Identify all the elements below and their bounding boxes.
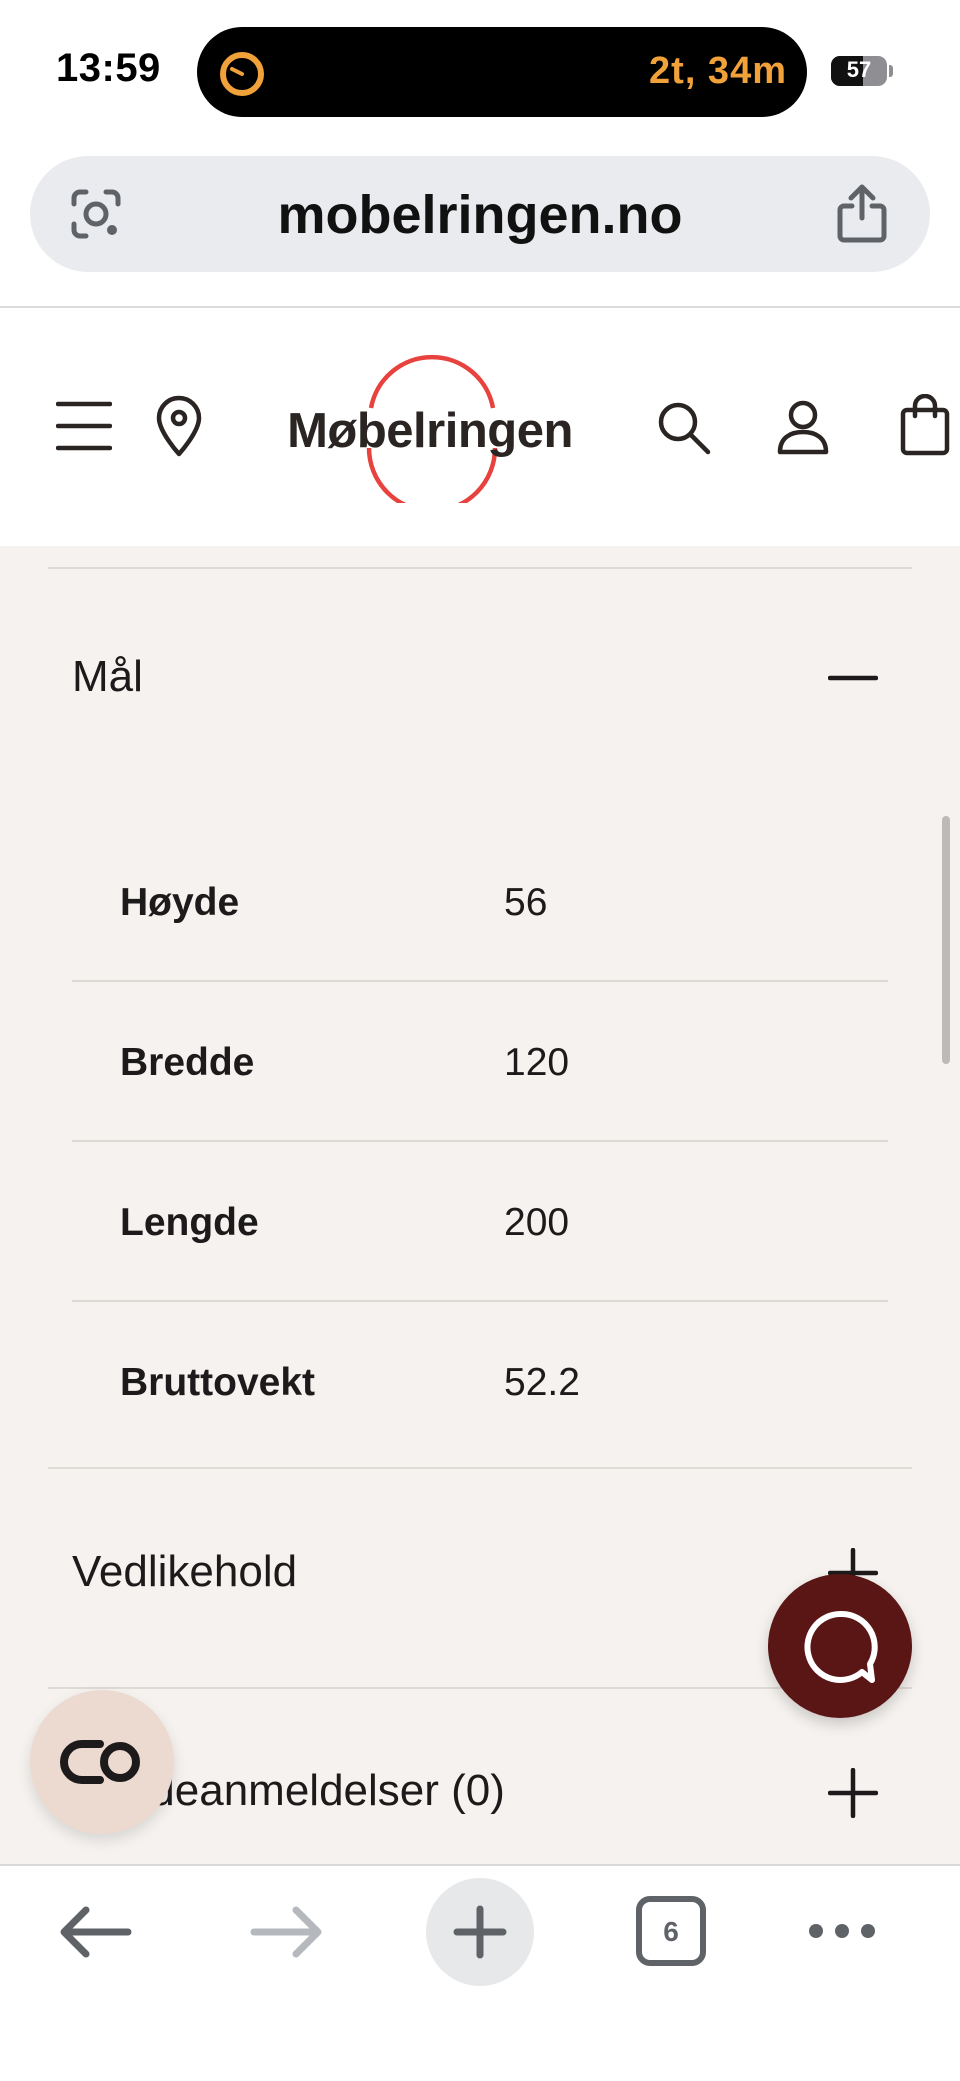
live-activity-text: 2t, 34m — [649, 50, 787, 92]
user-account-icon[interactable] — [776, 400, 830, 456]
accordion-title-dimensions[interactable]: Mål — [72, 652, 143, 702]
divider — [72, 1140, 888, 1142]
site-header: Møbelringen — [0, 308, 960, 546]
address-bar[interactable]: mobelringen.no — [30, 156, 930, 272]
divider — [72, 1300, 888, 1302]
spec-value: 56 — [504, 881, 548, 924]
back-arrow-icon[interactable] — [58, 1906, 132, 1958]
tab-switcher-button[interactable]: 6 — [636, 1896, 706, 1966]
spec-value: 52.2 — [504, 1361, 580, 1404]
scrollbar[interactable] — [942, 816, 950, 1064]
battery-percent: 57 — [846, 57, 872, 82]
chat-bubble-icon — [804, 1610, 878, 1683]
link-icon — [60, 1740, 140, 1784]
timer-icon — [220, 52, 264, 96]
minus-icon[interactable] — [828, 653, 878, 703]
share-icon[interactable] — [834, 182, 890, 244]
plus-icon — [453, 1905, 507, 1959]
shopping-bag-icon[interactable] — [900, 394, 950, 456]
url-text[interactable]: mobelringen.no — [30, 184, 930, 246]
chat-button[interactable] — [768, 1574, 912, 1718]
spec-value: 200 — [504, 1201, 570, 1244]
accordion-title-maintenance[interactable]: Vedlikehold — [72, 1547, 297, 1597]
spec-value: 120 — [504, 1041, 570, 1084]
browser-toolbar: 6 — [0, 1864, 960, 2081]
spec-row: Bruttovekt 52.2 — [72, 1304, 888, 1462]
battery-cap — [889, 65, 893, 77]
spec-label: Lengde — [120, 1201, 259, 1244]
spec-label: Høyde — [120, 881, 240, 924]
logo-text: Møbelringen — [287, 404, 573, 458]
spec-row: Bredde 120 — [72, 984, 888, 1142]
spec-row: Høyde 56 — [72, 824, 888, 982]
battery-icon: 57 — [831, 56, 887, 86]
status-time: 13:59 — [56, 46, 161, 90]
divider — [48, 567, 912, 569]
divider — [48, 1467, 912, 1469]
divider — [72, 980, 888, 982]
site-logo[interactable]: Møbelringen — [280, 353, 580, 503]
new-tab-button[interactable] — [426, 1878, 534, 1986]
search-icon[interactable] — [656, 400, 712, 456]
more-options-icon[interactable] — [806, 1920, 878, 1942]
dynamic-island[interactable]: 2t, 34m — [197, 27, 807, 117]
link-button[interactable] — [30, 1690, 174, 1834]
tab-count: 6 — [663, 1916, 679, 1947]
status-bar: 13:59 2t, 34m 57 — [0, 0, 960, 140]
spec-label: Bredde — [120, 1041, 255, 1084]
forward-arrow-icon[interactable] — [250, 1906, 324, 1958]
spec-row: Lengde 200 — [72, 1144, 888, 1302]
spec-label: Bruttovekt — [120, 1361, 316, 1404]
location-pin-icon[interactable] — [154, 394, 204, 458]
plus-icon[interactable] — [828, 1768, 878, 1818]
menu-icon[interactable] — [56, 400, 112, 452]
